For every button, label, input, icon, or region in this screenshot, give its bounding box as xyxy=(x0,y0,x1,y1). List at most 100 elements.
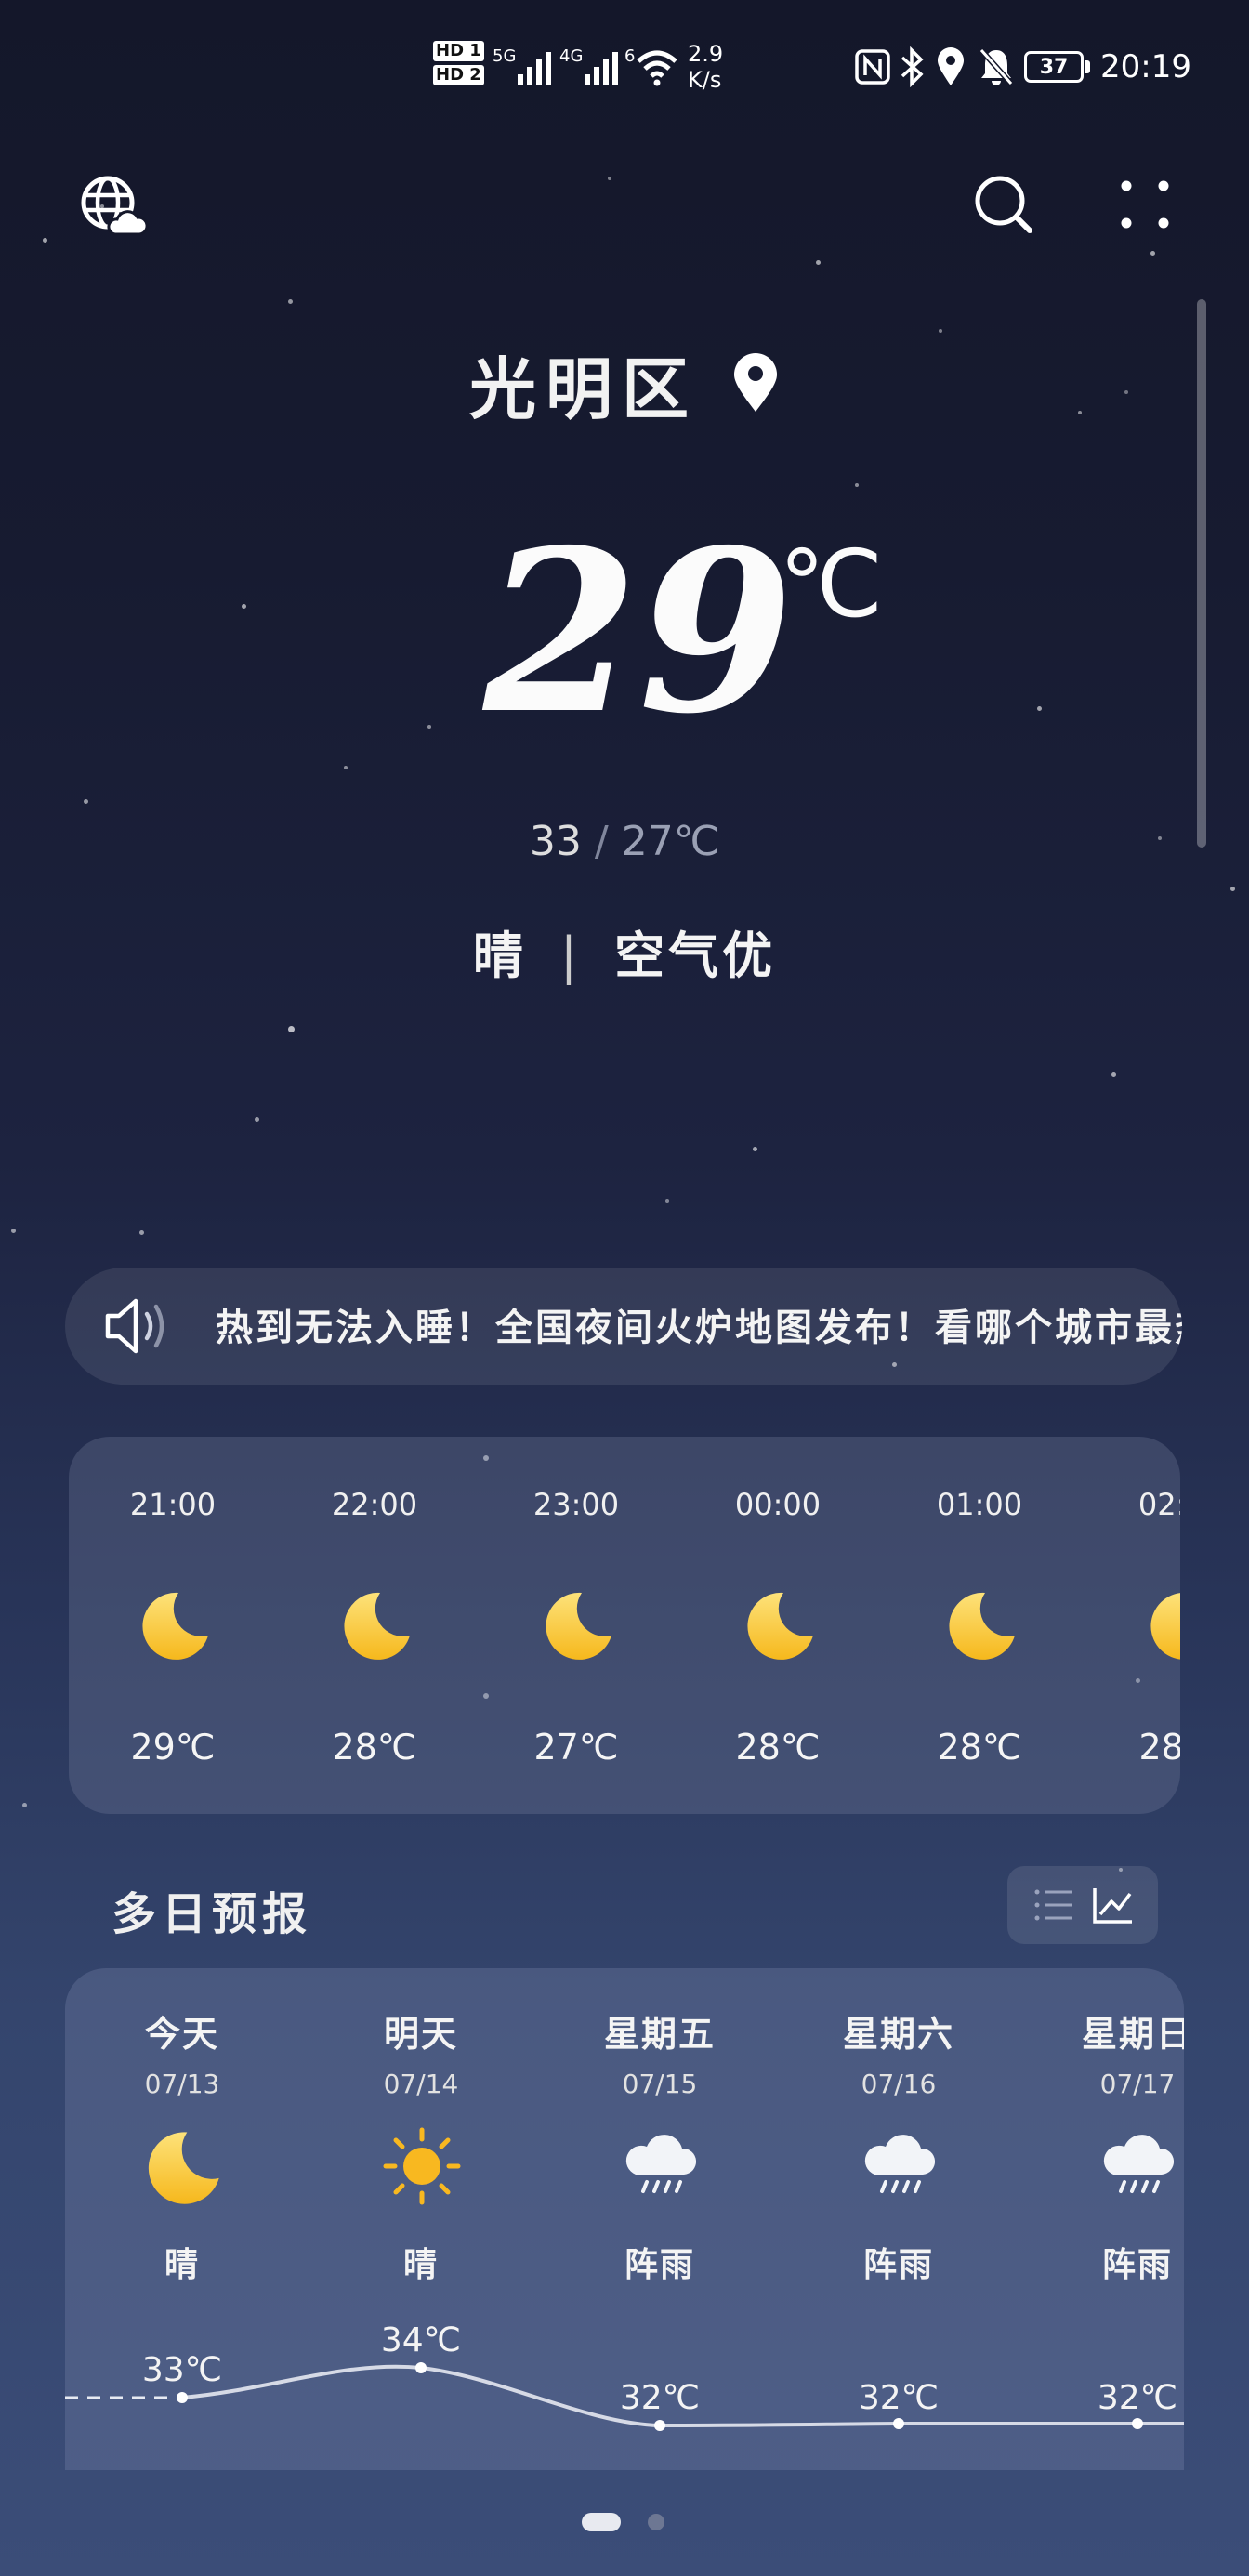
day-condition: 阵雨 xyxy=(1101,2245,1173,2284)
current-temperature: 29 ℃ xyxy=(0,520,1249,762)
page-dot-active xyxy=(582,2513,621,2531)
signal-sim1: 5G xyxy=(493,39,562,95)
condition-row[interactable]: 晴 | 空气优 xyxy=(0,914,1249,988)
net-speed-unit: K/s xyxy=(688,67,722,93)
daily-item[interactable]: 明天 07/14 晴 xyxy=(337,1968,505,2321)
moon-icon xyxy=(747,1592,813,1660)
high-temp: 33 xyxy=(529,818,582,865)
battery-indicator: 37 xyxy=(1024,39,1090,95)
hour-temp: 28℃ xyxy=(332,1727,417,1768)
air-quality: 空气优 xyxy=(614,926,777,985)
hour-time: 23:00 xyxy=(532,1487,620,1522)
daily-item[interactable]: 星期五 07/15 阵雨 xyxy=(576,1968,743,2321)
trend-point xyxy=(177,2392,188,2403)
hourly-forecast[interactable]: 21:00 29℃ 22:00 28℃ 23:00 27℃ 00:00 28℃ … xyxy=(69,1437,1180,1814)
hourly-item: 00:00 28℃ xyxy=(713,1437,843,1814)
hourly-item: 01:00 28℃ xyxy=(914,1437,1045,1814)
daily-forecast-title: 多日预报 xyxy=(112,1888,313,1940)
day-name: 星期六 xyxy=(842,2013,954,2055)
speaker-icon xyxy=(105,1298,164,1354)
hourly-item: 21:00 29℃ xyxy=(108,1437,238,1814)
hourly-item: 02:00 28℃ xyxy=(1116,1437,1180,1814)
more-button[interactable] xyxy=(1108,167,1182,242)
hd2-badge: HD 2 xyxy=(433,65,484,85)
daily-forecast[interactable]: 今天 07/13 晴 明天 07/14 晴 星期五 07/15 阵雨 星期六 0… xyxy=(65,1968,1184,2470)
trend-label: 32℃ xyxy=(1098,2379,1177,2417)
more-dots-icon xyxy=(1121,180,1169,229)
city-name: 光明区 xyxy=(468,348,698,428)
wifi-indicator: 6 xyxy=(624,39,679,95)
trend-point xyxy=(654,2420,665,2431)
rain-cloud-icon xyxy=(864,2135,936,2193)
hourly-item: 23:00 27℃ xyxy=(511,1437,641,1814)
trend-label: 32℃ xyxy=(620,2379,700,2417)
sim-indicators: HD 1 HD 2 xyxy=(433,41,484,97)
location-pin-icon xyxy=(734,353,777,412)
hourly-item: 22:00 28℃ xyxy=(309,1437,440,1814)
day-date: 07/13 xyxy=(144,2069,220,2099)
trend-label: 33℃ xyxy=(142,2351,222,2389)
hour-time: 22:00 xyxy=(331,1487,418,1522)
forecast-view-toggle[interactable] xyxy=(1007,1866,1158,1944)
clock-time: 20:19 xyxy=(1100,48,1191,85)
battery-level: 37 xyxy=(1039,55,1069,79)
hour-time: 01:00 xyxy=(936,1487,1023,1522)
wifi-icon xyxy=(637,50,678,86)
day-name: 星期五 xyxy=(603,2013,716,2055)
day-condition: 阵雨 xyxy=(862,2245,934,2284)
nfc-icon xyxy=(855,39,890,95)
hour-temp: 28℃ xyxy=(1138,1727,1180,1768)
hour-time: 00:00 xyxy=(734,1487,822,1522)
battery-icon: 37 xyxy=(1024,51,1084,83)
city-header[interactable]: 光明区 xyxy=(0,336,1249,429)
current-temp-value: 29 xyxy=(483,501,794,763)
moon-icon xyxy=(949,1592,1015,1660)
daily-item[interactable]: 星期六 07/16 阵雨 xyxy=(815,1968,982,2321)
day-date: 07/15 xyxy=(622,2069,698,2099)
status-bar: HD 1 HD 2 5G 4G 6 2.9 K/s 37 20:19 xyxy=(0,0,1249,149)
day-date: 07/14 xyxy=(383,2069,459,2099)
page-indicator[interactable] xyxy=(0,2509,1249,2537)
current-temp-unit: ℃ xyxy=(779,530,884,638)
hour-temp: 27℃ xyxy=(533,1727,619,1768)
hour-time: 21:00 xyxy=(129,1487,217,1522)
globe-cloud-icon xyxy=(81,176,149,236)
trend-label: 34℃ xyxy=(381,2321,461,2359)
wifi-gen: 6 xyxy=(624,46,636,66)
low-temp: 27℃ xyxy=(621,818,720,865)
list-view-icon[interactable] xyxy=(1032,1885,1076,1925)
moon-icon xyxy=(1150,1593,1180,1660)
daily-item[interactable]: 今天 07/13 晴 xyxy=(99,1968,266,2321)
temperature-trend: 33℃ 34℃ 32℃ 32℃ 32℃ xyxy=(65,2321,1184,2431)
daily-item[interactable]: 星期日 07/17 阵雨 xyxy=(1054,1968,1184,2321)
moon-icon xyxy=(344,1592,410,1660)
trend-point xyxy=(1132,2418,1143,2429)
city-manage-button[interactable] xyxy=(74,167,149,242)
hilo-separator: / xyxy=(594,818,609,865)
day-condition: 晴 xyxy=(402,2245,439,2284)
sun-icon xyxy=(383,2127,461,2205)
signal-bars-icon xyxy=(518,52,552,85)
day-condition: 晴 xyxy=(164,2245,200,2284)
search-button[interactable] xyxy=(966,167,1041,242)
location-status-icon xyxy=(935,39,966,95)
news-banner[interactable]: 热到无法入睡！全国夜间火炉地图发布！看哪个城市最热 xyxy=(65,1268,1182,1385)
rain-cloud-icon xyxy=(625,2135,697,2193)
day-name: 明天 xyxy=(383,2013,458,2055)
weather-condition: 晴 xyxy=(472,926,527,985)
net-speed: 2.9 K/s xyxy=(688,41,723,97)
trend-chart-icon[interactable] xyxy=(1091,1885,1136,1925)
day-name: 今天 xyxy=(144,2013,219,2055)
clock: 20:19 xyxy=(1100,39,1191,95)
signal-sim2: 4G xyxy=(559,39,629,95)
day-name: 星期日 xyxy=(1081,2013,1184,2055)
hd1-badge: HD 1 xyxy=(433,41,484,61)
net-speed-value: 2.9 xyxy=(688,41,724,67)
sim2-gen: 4G xyxy=(559,46,584,66)
trend-point xyxy=(415,2362,427,2373)
day-condition: 阵雨 xyxy=(624,2245,695,2284)
moon-icon xyxy=(148,2132,219,2204)
page-dot xyxy=(648,2514,664,2530)
trend-point xyxy=(893,2418,904,2429)
trend-label: 32℃ xyxy=(859,2379,939,2417)
